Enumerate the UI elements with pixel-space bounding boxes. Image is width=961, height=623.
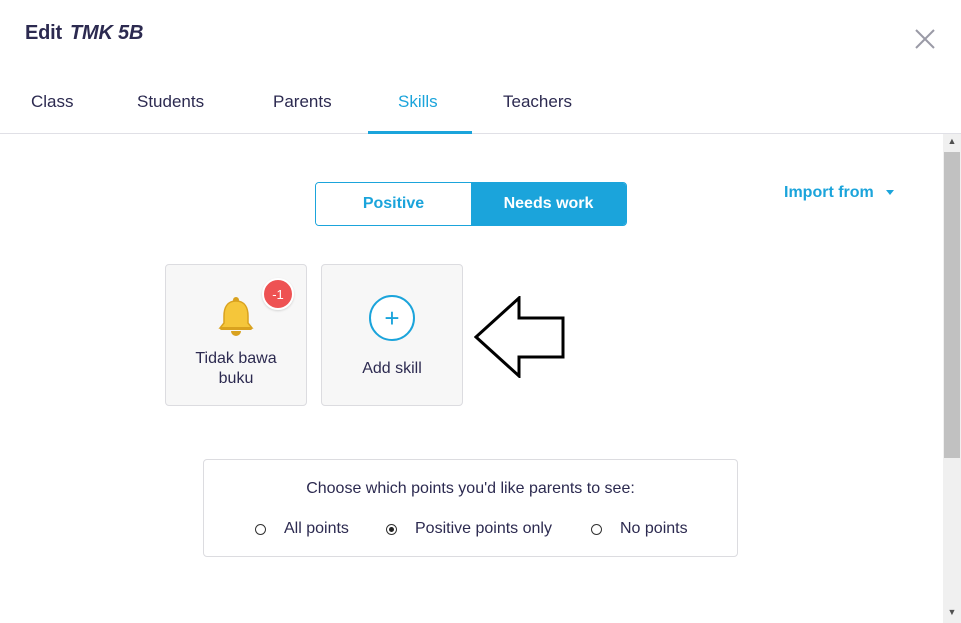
bell-icon <box>216 295 256 342</box>
tab-parents[interactable]: Parents <box>273 92 332 112</box>
radio-all-points[interactable]: All points <box>255 520 349 538</box>
skills-panel: Positive Needs work Import from -1 Tidak… <box>0 134 943 623</box>
parents-visibility-question: Choose which points you'd like parents t… <box>306 480 635 497</box>
tab-class[interactable]: Class <box>31 92 74 112</box>
edit-class-dialog: Edit TMK 5B Class Students Parents Skills… <box>0 0 961 623</box>
tab-bar: Class Students Parents Skills Teachers <box>0 80 961 134</box>
radio-no-points[interactable]: No points <box>591 520 688 538</box>
radio-checked-icon <box>386 523 397 535</box>
tab-skills[interactable]: Skills <box>398 92 438 112</box>
scroll-down-icon[interactable]: ▼ <box>943 607 961 623</box>
radio-positive-points-only[interactable]: Positive points only <box>386 520 552 538</box>
add-skill-card[interactable]: + Add skill <box>321 264 463 406</box>
skill-name: Tidak bawa buku <box>195 350 277 387</box>
tab-teachers[interactable]: Teachers <box>503 92 572 112</box>
import-from-label: Import from <box>784 184 874 201</box>
positive-toggle-button[interactable]: Positive <box>316 183 471 225</box>
vertical-scrollbar[interactable]: ▲ ▼ <box>943 134 961 623</box>
arrow-left-icon <box>473 294 566 383</box>
dialog-title: Edit TMK 5B <box>25 22 143 45</box>
tab-students[interactable]: Students <box>137 92 204 112</box>
skill-card[interactable]: -1 Tidak bawa buku <box>165 264 307 406</box>
skill-type-toggle: Positive Needs work <box>315 182 627 226</box>
class-name: TMK 5B <box>69 22 144 44</box>
scroll-up-icon[interactable]: ▲ <box>943 136 961 152</box>
edit-label: Edit <box>25 22 62 44</box>
needs-work-toggle-button[interactable]: Needs work <box>471 183 626 225</box>
plus-icon: + <box>369 295 415 341</box>
import-from-dropdown[interactable]: Import from <box>784 184 894 202</box>
radio-label: All points <box>284 520 349 537</box>
caret-down-icon <box>885 190 894 196</box>
scrollbar-thumb[interactable] <box>944 152 960 458</box>
skill-points-badge: -1 <box>262 278 294 310</box>
radio-label: Positive points only <box>415 520 552 537</box>
parents-visibility-box: Choose which points you'd like parents t… <box>203 459 738 557</box>
add-skill-label: Add skill <box>362 360 422 377</box>
close-icon[interactable] <box>911 25 939 53</box>
radio-circle-icon <box>591 523 602 535</box>
radio-circle-icon <box>255 523 266 535</box>
radio-label: No points <box>620 520 688 537</box>
